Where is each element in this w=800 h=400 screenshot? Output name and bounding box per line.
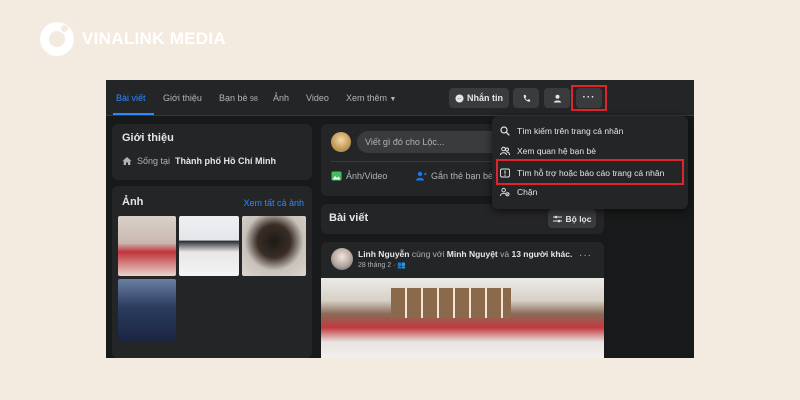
chevron-down-icon: ▼ — [389, 96, 397, 103]
menu-item-label: Xem quan hệ bạn bè — [517, 146, 596, 156]
photos-card: Ảnh Xem tất cả ảnh — [112, 186, 312, 358]
intro-title: Giới thiệu — [122, 132, 174, 144]
tab-friends[interactable]: Bạn bè 98 — [219, 93, 258, 103]
person-icon — [553, 94, 561, 103]
photo-thumbnail[interactable] — [242, 216, 306, 276]
tab-more[interactable]: Xem thêm ▼ — [346, 93, 396, 103]
message-button-label: Nhắn tin — [467, 93, 503, 103]
post-others-link[interactable]: 13 người khác. — [511, 249, 572, 259]
tab-videos[interactable]: Video — [306, 93, 329, 103]
photo-thumbnail[interactable] — [118, 279, 176, 341]
tag-friends-icon — [416, 171, 427, 181]
photo-thumbnail[interactable] — [179, 216, 239, 276]
post-header-line: Linh Nguyễn cùng với Minh Nguyệt và 13 n… — [358, 249, 572, 259]
tag-friends-label: Gắn thẻ bạn bè — [431, 171, 494, 181]
photo-video-button[interactable]: Ảnh/Video — [331, 171, 387, 181]
post-photo[interactable] — [321, 278, 604, 358]
friends-icon — [500, 146, 510, 156]
profile-tab-bar: Bài viết Giới thiệu Bạn bè 98 Ảnh Video … — [106, 80, 694, 116]
shelf-decoration — [391, 288, 511, 318]
photo-thumbnail[interactable] — [118, 216, 176, 276]
menu-item-search-profile[interactable]: Tìm kiếm trên trang cá nhân — [500, 122, 623, 140]
avatar[interactable] — [331, 132, 351, 152]
filter-button-label: Bộ lọc — [565, 213, 592, 224]
tab-posts[interactable]: Bài viết — [116, 93, 146, 103]
audience-icon: 👥 — [397, 262, 407, 269]
filter-icon — [552, 215, 562, 222]
home-icon — [122, 157, 132, 165]
menu-item-label: Chặn — [517, 187, 538, 197]
tag-friends-button[interactable]: Gắn thẻ bạn bè — [416, 171, 493, 181]
intro-card: Giới thiệu Sống tại Thành phố Hồ Chí Min… — [112, 124, 312, 180]
tab-more-label: Xem thêm — [346, 93, 388, 103]
tab-photos[interactable]: Ảnh — [273, 93, 289, 103]
photos-title: Ảnh — [122, 196, 144, 208]
phone-icon — [523, 94, 530, 102]
menu-item-friendship[interactable]: Xem quan hệ bạn bè — [500, 142, 596, 160]
active-tab-indicator — [113, 113, 154, 115]
menu-item-label: Tìm kiếm trên trang cá nhân — [517, 126, 624, 136]
highlight-report-option — [496, 159, 684, 185]
intro-location-prefix: Sống tại — [137, 156, 171, 166]
tab-friends-label: Bạn bè — [219, 93, 248, 103]
highlight-more-options — [571, 85, 607, 111]
filter-button[interactable]: Bộ lọc — [548, 209, 596, 228]
intro-location: Sống tại Thành phố Hồ Chí Minh — [122, 156, 276, 166]
photo-video-label: Ảnh/Video — [346, 171, 388, 181]
post-author-avatar[interactable] — [331, 248, 353, 270]
post-author-name[interactable]: Linh Nguyễn — [358, 249, 409, 259]
call-button[interactable] — [513, 88, 539, 108]
post-with-text: cùng với — [411, 249, 445, 259]
message-button[interactable]: Nhắn tin — [449, 88, 509, 108]
see-all-photos-link[interactable]: Xem tất cả ảnh — [243, 198, 304, 208]
post-and-text: và — [500, 249, 510, 259]
posts-title: Bài viết — [329, 212, 369, 224]
photo-icon — [331, 171, 342, 181]
post-date[interactable]: 28 tháng 2 · — [358, 262, 395, 269]
friend-status-button[interactable] — [544, 88, 570, 108]
brand-name: VINALINK MEDIA — [82, 29, 226, 48]
block-user-icon — [500, 187, 510, 197]
search-icon — [500, 126, 510, 136]
post-date-line: 28 tháng 2 · 👥 — [358, 261, 406, 269]
post-tagged-name[interactable]: Minh Nguyệt — [447, 249, 498, 259]
facebook-profile-screenshot: Bài viết Giới thiệu Bạn bè 98 Ảnh Video … — [106, 80, 694, 358]
brand-logo — [40, 22, 74, 56]
post-card: Linh Nguyễn cùng với Minh Nguyệt và 13 n… — [321, 242, 604, 358]
composer-input[interactable]: Viết gì đó cho Lộc... — [357, 131, 505, 153]
intro-location-city[interactable]: Thành phố Hồ Chí Minh — [175, 156, 276, 166]
messenger-icon — [455, 93, 464, 103]
tab-friends-count: 98 — [250, 96, 258, 103]
brand: VINALINK MEDIA — [40, 22, 226, 56]
tab-about[interactable]: Giới thiệu — [163, 93, 202, 103]
post-options-icon[interactable]: ··· — [579, 250, 592, 261]
menu-item-block[interactable]: Chặn — [500, 183, 537, 201]
